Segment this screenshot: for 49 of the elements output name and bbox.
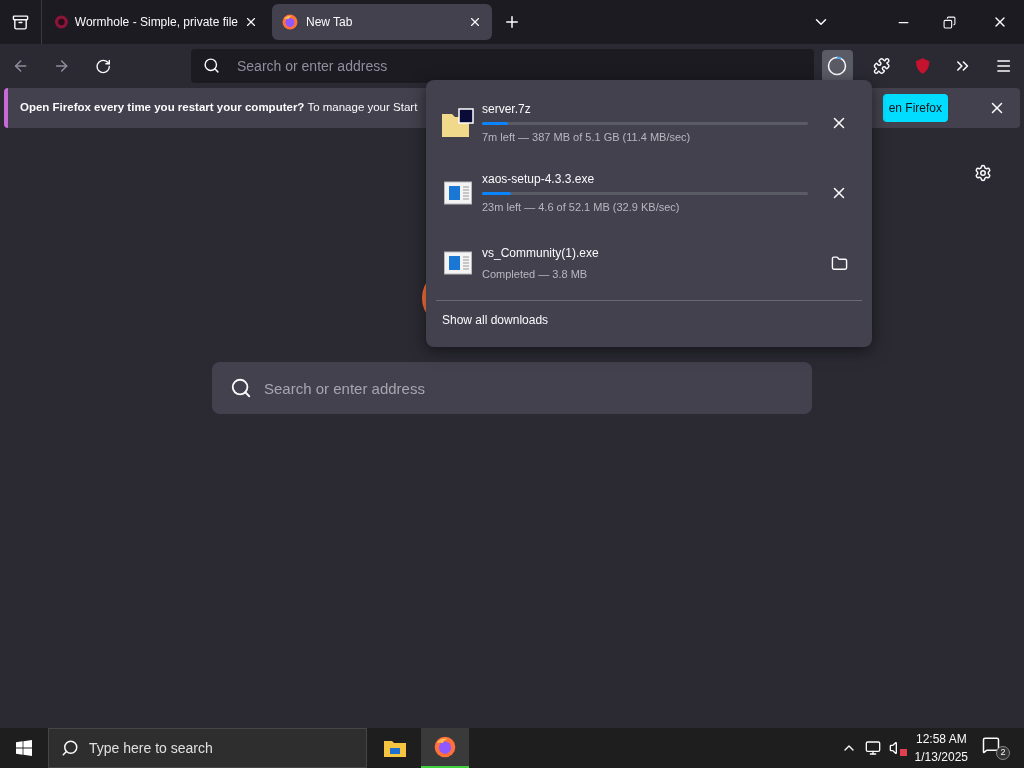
download-status: 7m left — 387 MB of 5.1 GB (11.4 MB/sec) <box>482 130 692 146</box>
notifications-button[interactable]: 2 <box>982 736 1010 760</box>
tab-title: New Tab <box>306 14 354 31</box>
downloads-button[interactable] <box>822 50 853 82</box>
browser-tab[interactable]: New Tab <box>272 4 492 40</box>
reload-icon[interactable] <box>94 57 111 75</box>
open-firefox-button[interactable]: en Firefox <box>882 94 948 122</box>
windows-start-icon[interactable] <box>16 740 32 756</box>
clock-date[interactable]: 1/13/2025 <box>914 748 968 766</box>
close-icon[interactable] <box>468 15 482 29</box>
plus-icon <box>503 13 521 31</box>
tab-list-icon <box>12 13 29 31</box>
tab-title: Wormhole - Simple, private file <box>74 14 238 31</box>
volume-muted-icon[interactable] <box>888 740 907 756</box>
download-item[interactable]: xaos-setup-4.3.3.exe 23m left — 4.6 of 52.1 MB (32.9 KB/sec) <box>434 158 864 228</box>
file-name: xaos-setup-4.3.3.exe <box>482 171 596 189</box>
show-all-downloads-link[interactable]: Show all downloads <box>434 301 864 339</box>
restore-icon[interactable] <box>943 15 956 29</box>
wormhole-icon <box>54 14 69 30</box>
search-icon <box>61 739 79 757</box>
download-status: Completed — 3.8 MB <box>482 266 589 282</box>
extensions-icon[interactable] <box>872 57 891 75</box>
download-item[interactable]: vs_Community(1).exe Completed — 3.8 MB <box>434 228 864 298</box>
file-name: vs_Community(1).exe <box>482 244 600 262</box>
notification-count: 2 <box>996 746 1010 760</box>
download-progress-icon <box>827 56 848 76</box>
address-bar[interactable]: Search or enter address <box>190 49 815 83</box>
taskbar-search-field[interactable]: Type here to search <box>48 728 367 768</box>
file-name: server.7z <box>482 101 532 119</box>
folder-icon[interactable] <box>831 254 848 272</box>
firefox-icon <box>282 14 298 30</box>
menu-icon[interactable] <box>994 57 1012 75</box>
download-status: 23m left — 4.6 of 52.1 MB (32.9 KB/sec) <box>482 200 681 216</box>
browser-tab[interactable]: Wormhole - Simple, private file <box>46 4 266 40</box>
notification-message: Open Firefox every time you restart your computer? To manage your Start <box>20 100 418 116</box>
clock-time[interactable]: 12:58 AM <box>915 730 967 748</box>
archive-folder-icon <box>441 108 475 138</box>
installer-icon <box>444 251 472 275</box>
installer-icon <box>444 181 472 205</box>
close-icon[interactable] <box>244 15 258 29</box>
firefox-icon <box>434 736 456 758</box>
download-item[interactable]: server.7z 7m left — 387 MB of 5.1 GB (11.4 MB/sec) <box>434 88 864 158</box>
taskbar-app[interactable] <box>421 728 469 768</box>
search-icon <box>230 377 252 399</box>
search-icon <box>202 57 220 74</box>
folder-icon <box>384 739 406 757</box>
search-field[interactable]: Search or enter address <box>212 362 812 414</box>
network-icon[interactable] <box>864 740 881 756</box>
settings-icon[interactable] <box>974 164 992 182</box>
